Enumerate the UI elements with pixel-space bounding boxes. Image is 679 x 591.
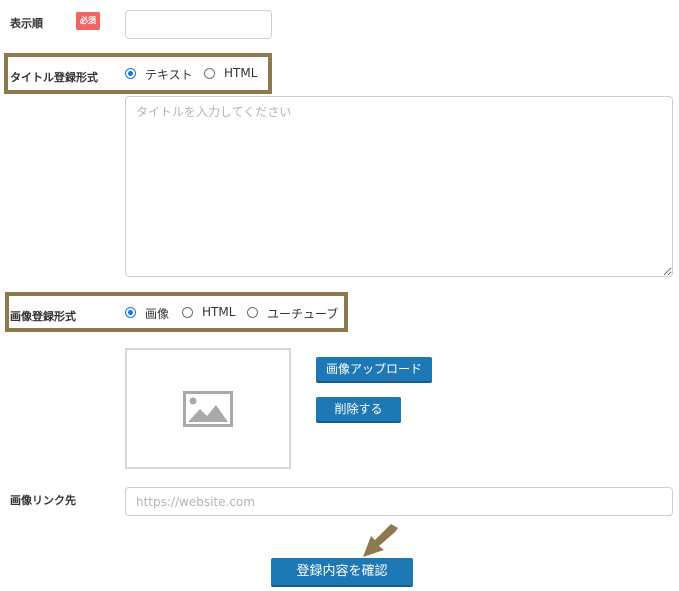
title-textarea[interactable] [125,96,673,277]
title-format-label: タイトル登録形式 [10,71,98,84]
image-format-label: 画像登録形式 [10,310,76,323]
image-preview [125,348,291,469]
delete-image-button[interactable]: 削除する [316,397,401,423]
title-format-radio-text[interactable]: テキスト [125,66,197,82]
radio-checked-icon[interactable] [125,307,136,318]
image-placeholder-icon [183,391,233,427]
radio-unchecked-icon[interactable] [182,307,193,318]
radio-checked-icon[interactable] [125,68,136,79]
display-order-input[interactable] [125,10,272,39]
image-format-radio-image[interactable]: 画像 [125,305,173,321]
title-format-html-label: HTML [224,66,258,80]
image-format-youtube-label: ユーチューブ [267,307,339,321]
display-order-label: 表示順 [10,17,43,30]
radio-unchecked-icon[interactable] [204,68,215,79]
radio-unchecked-icon[interactable] [247,307,258,318]
pointer-arrow-icon [363,524,398,557]
upload-image-button[interactable]: 画像アップロード [316,357,432,383]
confirm-registration-button[interactable]: 登録内容を確認 [271,558,413,587]
image-link-label: 画像リンク先 [10,494,76,507]
required-badge: 必須 [76,12,100,30]
image-format-radio-html[interactable]: HTML [182,305,238,321]
image-link-input[interactable] [125,487,673,516]
image-format-radio-youtube[interactable]: ユーチューブ [247,305,339,321]
image-format-html-label: HTML [202,305,236,319]
title-format-radio-html[interactable]: HTML [204,66,264,82]
title-format-text-label: テキスト [145,68,193,82]
image-format-image-label: 画像 [145,307,170,321]
